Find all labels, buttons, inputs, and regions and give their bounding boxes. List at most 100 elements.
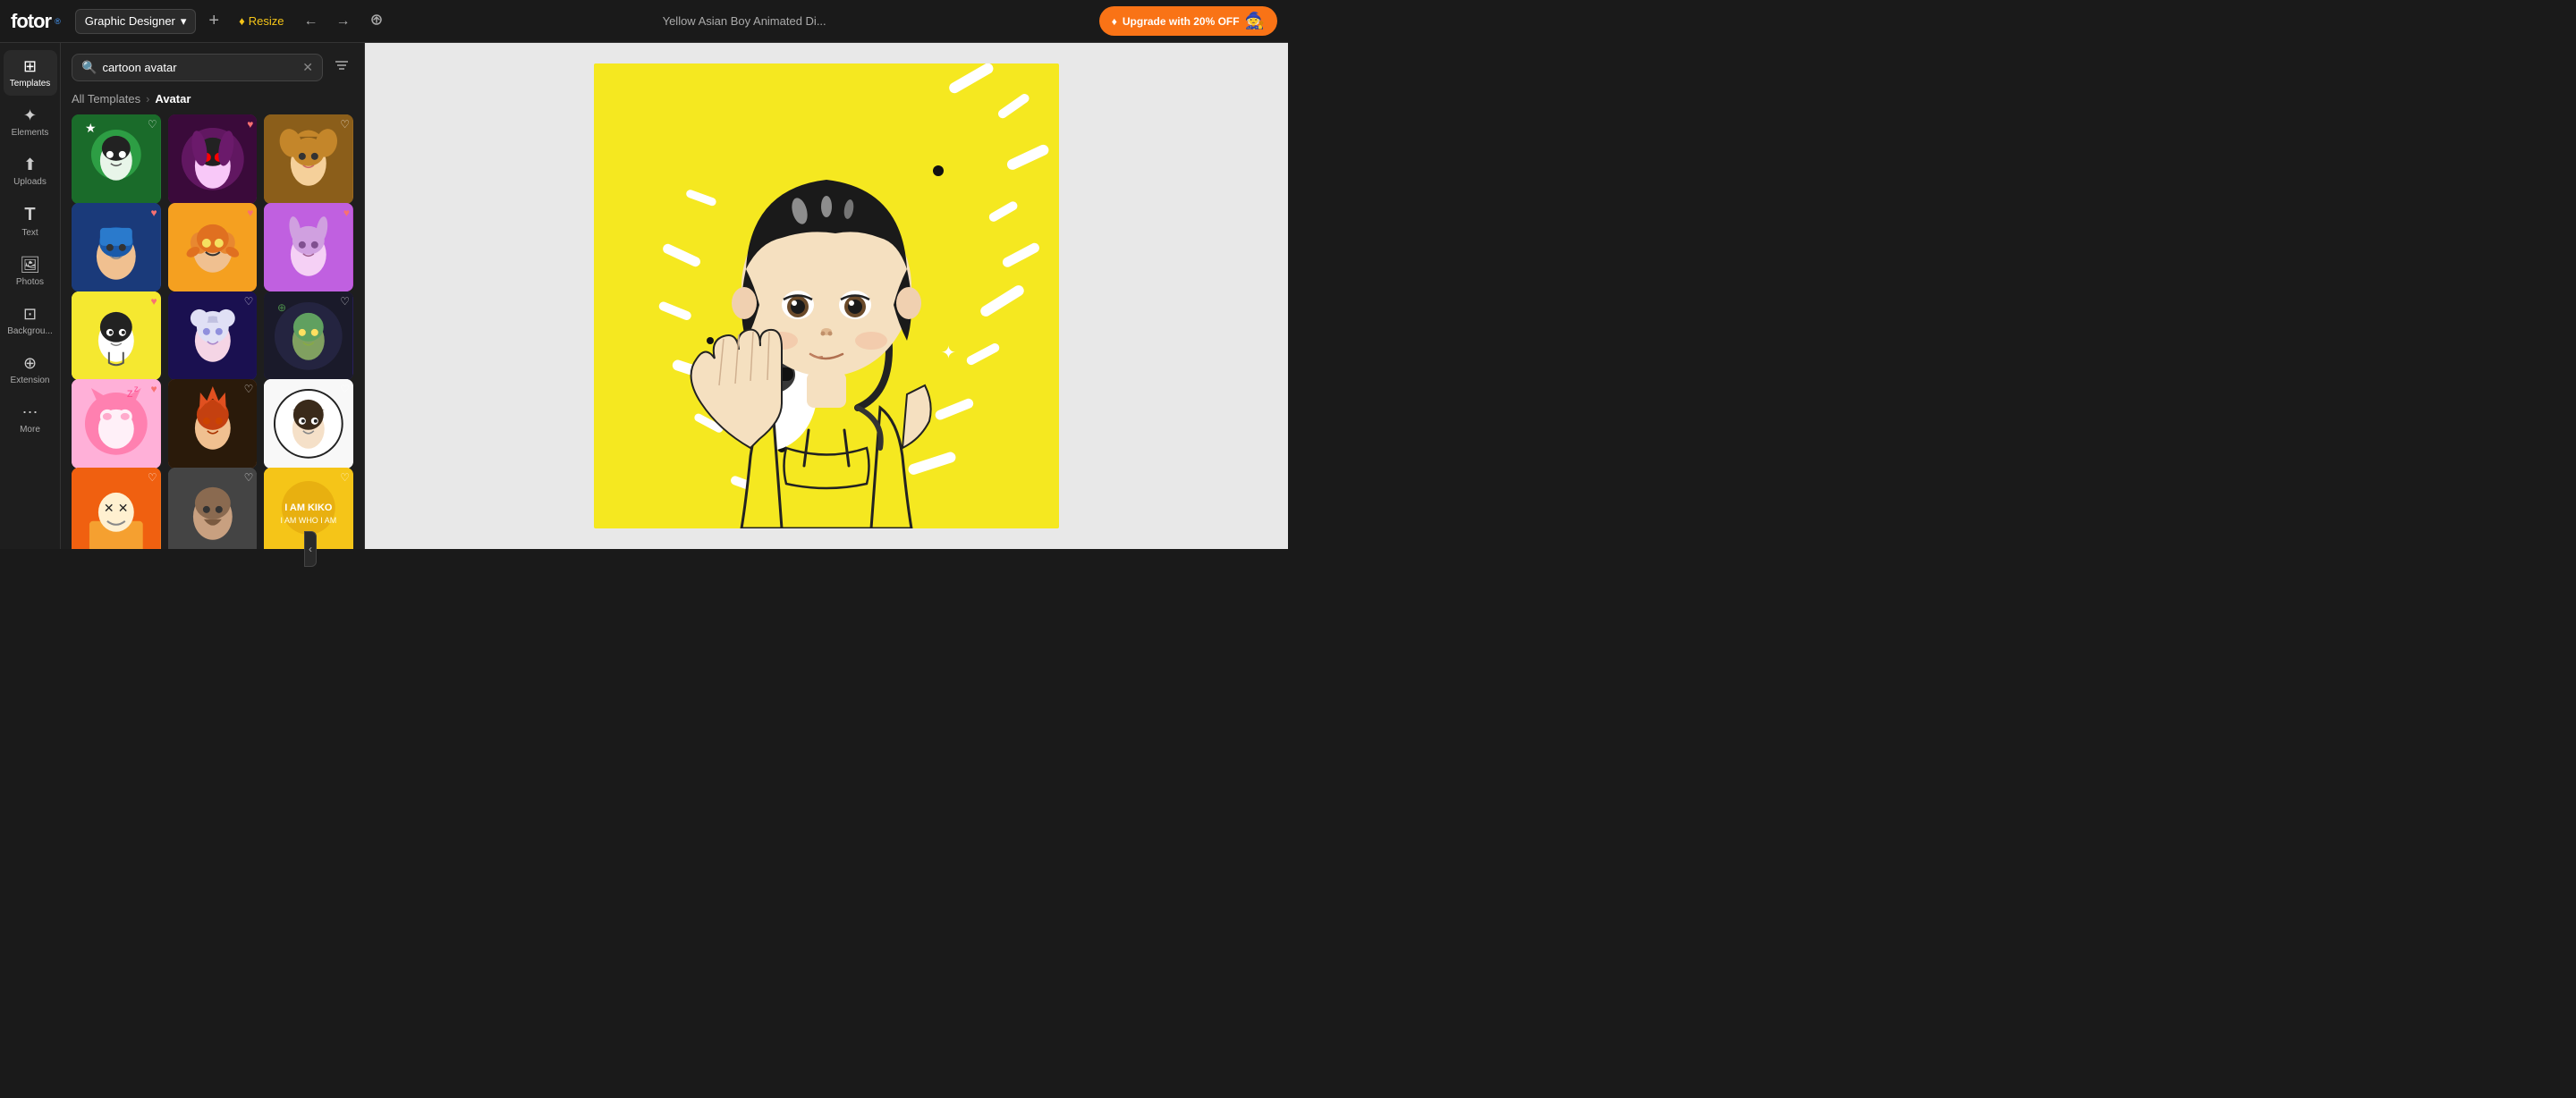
svg-text:✕: ✕ [118,501,129,515]
main-area: ⊞ Templates ✦ Elements ⬆ Uploads T Text … [0,43,1288,549]
sidebar-label-text: Text [21,228,38,238]
heart-icon-15: ♡ [340,471,350,484]
template-item-13[interactable]: ✕ ✕ ♡ [72,468,161,549]
svg-text:I AM WHO I AM: I AM WHO I AM [281,516,337,525]
uploads-icon: ⬆ [23,156,37,174]
forward-button[interactable]: → [331,10,356,33]
add-button[interactable]: + [203,7,225,35]
heart-icon-1: ♡ [148,118,157,131]
sidebar-item-more[interactable]: ⋯ More [4,396,57,442]
search-icon: 🔍 [81,60,97,75]
heart-icon-11: ♡ [244,383,254,395]
breadcrumb-avatar: Avatar [155,92,191,106]
heart-icon-2: ♥ [247,118,253,131]
template-preview-4 [72,203,161,292]
witch-hat-icon: 🧙 [1245,12,1265,30]
template-item-1[interactable]: ★ ♡ [72,114,161,204]
template-item-7[interactable]: ♥ [72,291,161,381]
icon-sidebar: ⊞ Templates ✦ Elements ⬆ Uploads T Text … [0,43,61,549]
illustration-svg: ✦ ✦ [594,63,1059,528]
breadcrumb: All Templates › Avatar [61,92,364,114]
search-input[interactable] [102,61,297,74]
upgrade-button[interactable]: ♦ Upgrade with 20% OFF 🧙 [1099,6,1277,36]
sidebar-item-photos[interactable]: 🖼 Photos [4,249,57,294]
template-item-14[interactable]: ♡ [168,468,258,549]
svg-text:z: z [127,385,133,400]
template-panel: 🔍 ✕ All Templates › Avatar [61,43,365,549]
artwork: ✦ ✦ [594,63,1059,528]
sidebar-item-text[interactable]: T Text [4,198,57,245]
template-item-10[interactable]: z z ♥ [72,379,161,469]
sidebar-item-backgrounds[interactable]: ⊡ Backgrou... [4,298,57,343]
cloud-upload-icon [369,11,385,27]
back-button[interactable]: ← [299,10,324,33]
sidebar-label-elements: Elements [12,128,49,138]
heart-icon-4: ♥ [151,207,157,219]
breadcrumb-separator: › [146,92,149,106]
template-preview-10: z z [72,379,161,469]
elements-icon: ✦ [23,106,37,125]
logo: fotor ® [11,10,61,33]
template-item-8[interactable]: ♡ [168,291,258,381]
templates-icon: ⊞ [23,57,37,76]
extension-icon: ⊕ [23,354,37,373]
canvas-content: ✦ ✦ [594,63,1059,528]
heart-icon-7: ♥ [151,295,157,308]
template-grid: ★ ♡ ♥ [61,114,364,549]
clear-search-button[interactable]: ✕ [302,60,313,75]
template-item-3[interactable]: ♡ [264,114,353,204]
diamond-icon: ♦ [239,14,245,28]
graphic-designer-label: Graphic Designer [85,14,175,28]
sidebar-label-extension: Extension [11,376,50,385]
heart-icon-8: ♡ [244,295,254,308]
sidebar-item-uploads[interactable]: ⬆ Uploads [4,148,57,194]
svg-text:✦: ✦ [941,343,956,363]
breadcrumb-all-templates[interactable]: All Templates [72,92,140,106]
sidebar-item-elements[interactable]: ✦ Elements [4,99,57,145]
template-preview-7 [72,291,161,381]
template-item-12[interactable]: ♡ [264,379,353,469]
template-item-6[interactable]: ♥ [264,203,353,292]
resize-button[interactable]: ♦ Resize [232,11,291,31]
sidebar-item-extension[interactable]: ⊕ Extension [4,347,57,393]
upload-button[interactable] [363,7,390,35]
logo-text: fotor [11,10,51,33]
search-bar: 🔍 ✕ [61,43,364,92]
svg-text:✕: ✕ [104,501,114,515]
document-title: Yellow Asian Boy Animated Di... [397,14,1092,28]
svg-text:z: z [134,384,139,394]
text-icon: T [24,205,35,225]
template-preview-6 [264,203,353,292]
template-item-2[interactable]: ♥ [168,114,258,204]
backgrounds-icon: ⊡ [23,305,37,324]
template-item-11[interactable]: ♡ [168,379,258,469]
filter-icon [334,57,350,73]
template-preview-5 [168,203,258,292]
heart-icon-13: ♡ [148,471,157,484]
filter-button[interactable] [330,54,353,81]
resize-label: Resize [249,14,284,28]
sidebar-label-more: More [20,425,40,435]
photos-icon: 🖼 [20,256,40,274]
logo-superscript: ® [55,17,61,26]
topbar: fotor ® Graphic Designer ▾ + ♦ Resize ← →… [0,0,1288,43]
heart-icon-9: ♡ [340,295,350,308]
sidebar-label-uploads: Uploads [13,177,47,187]
heart-icon-3: ♡ [340,118,350,131]
graphic-designer-button[interactable]: Graphic Designer ▾ [75,9,197,34]
upgrade-label: Upgrade with 20% OFF [1123,15,1240,28]
collapse-panel-button[interactable]: ‹ [304,531,317,549]
heart-icon-5: ♥ [247,207,253,219]
heart-icon-14: ♡ [244,471,254,484]
heart-icon-6: ♥ [343,207,350,219]
template-preview-2 [168,114,258,204]
heart-icon-12: ♡ [340,383,350,395]
template-item-5[interactable]: ♥ [168,203,258,292]
heart-icon-10: ♥ [151,383,157,395]
template-item-4[interactable]: ♥ [72,203,161,292]
canvas-area: ✦ ✦ [365,43,1288,549]
template-item-9[interactable]: ⊕ ♡ [264,291,353,381]
sidebar-item-templates[interactable]: ⊞ Templates [4,50,57,96]
diamond-icon-upgrade: ♦ [1112,15,1117,28]
sidebar-label-backgrounds: Backgrou... [7,326,53,336]
